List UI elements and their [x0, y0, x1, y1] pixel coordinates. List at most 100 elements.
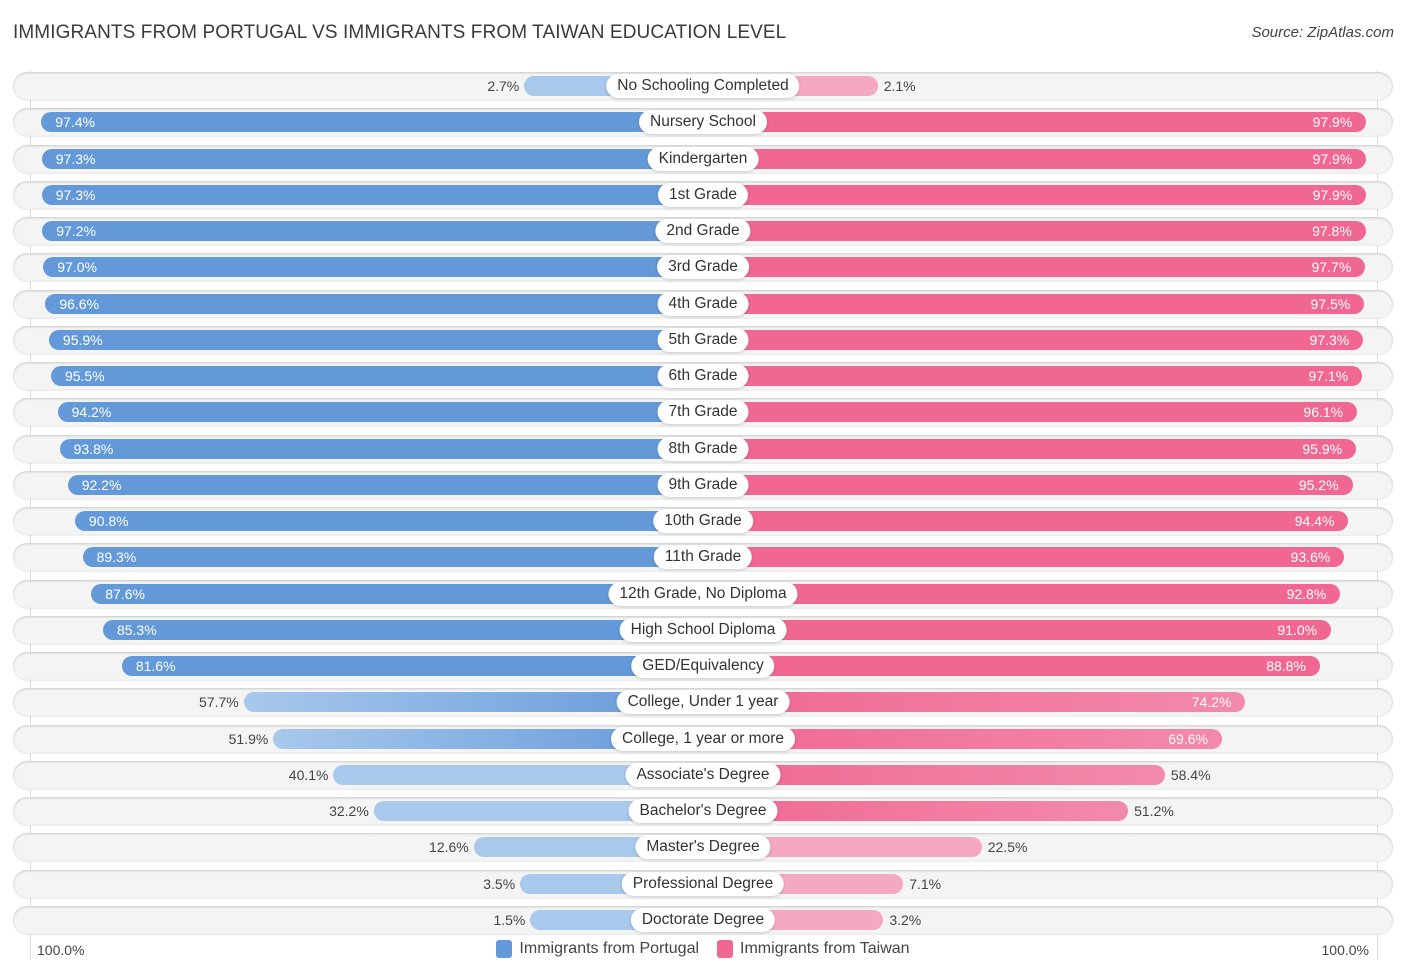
value-label-taiwan: 95.9%	[1302, 440, 1343, 457]
bar-portugal[interactable]	[48, 329, 703, 350]
value-label-portugal: 57.7%	[199, 694, 239, 711]
value-label-taiwan: 91.0%	[1277, 621, 1318, 638]
value-label-portugal: 81.6%	[135, 658, 176, 675]
bar-portugal[interactable]	[43, 257, 703, 278]
category-label: 4th Grade	[657, 291, 749, 316]
value-label-portugal: 40.1%	[288, 766, 329, 783]
bar-taiwan[interactable]	[703, 511, 1349, 532]
bar-taiwan[interactable]	[703, 438, 1357, 459]
value-label-portugal: 3.5%	[483, 875, 516, 892]
bar-taiwan[interactable]	[703, 366, 1363, 387]
bar-portugal[interactable]	[74, 511, 703, 532]
value-label-taiwan: 97.3%	[1309, 331, 1350, 348]
bar-taiwan[interactable]	[703, 474, 1353, 495]
bar-portugal[interactable]	[59, 438, 703, 459]
category-label: Nursery School	[639, 110, 767, 135]
value-label-portugal: 90.8%	[88, 513, 129, 530]
category-label: 7th Grade	[657, 400, 749, 425]
bar-portugal[interactable]	[102, 619, 703, 640]
value-label-portugal: 97.0%	[57, 259, 97, 276]
category-label: Kindergarten	[647, 146, 759, 171]
value-label-taiwan: 51.2%	[1134, 803, 1174, 820]
value-label-taiwan: 95.2%	[1298, 476, 1339, 493]
bar-portugal[interactable]	[41, 148, 703, 169]
category-label: GED/Equivalency	[631, 654, 775, 679]
category-label: College, Under 1 year	[616, 690, 790, 715]
chart-area: 2.7% 2.1% No Schooling Completed 97.4% 97.9%…	[0, 0, 1406, 975]
value-label-taiwan: 58.4%	[1170, 766, 1211, 783]
value-label-taiwan: 94.4%	[1294, 513, 1335, 530]
value-label-portugal: 95.5%	[64, 368, 105, 385]
value-label-taiwan: 88.8%	[1266, 658, 1306, 675]
bar-taiwan[interactable]	[703, 656, 1320, 677]
legend-label-portugal: Immigrants from Portugal	[519, 940, 700, 957]
legend-item-portugal[interactable]: Immigrants from Portugal	[496, 940, 699, 958]
category-label: 8th Grade	[657, 436, 749, 461]
value-label-taiwan: 97.7%	[1311, 259, 1352, 276]
legend-item-taiwan[interactable]: Immigrants from Taiwan	[717, 940, 910, 958]
category-label: 3rd Grade	[657, 255, 749, 280]
value-label-portugal: 93.8%	[73, 440, 114, 457]
value-label-portugal: 51.9%	[228, 730, 269, 747]
bar-portugal[interactable]	[67, 474, 703, 495]
bar-portugal[interactable]	[50, 366, 703, 387]
bar-taiwan[interactable]	[703, 293, 1365, 314]
value-label-portugal: 97.2%	[56, 223, 96, 240]
value-label-taiwan: 22.5%	[987, 839, 1028, 856]
category-label: 12th Grade, No Diploma	[608, 581, 798, 606]
value-label-taiwan: 97.9%	[1312, 186, 1353, 203]
bar-taiwan[interactable]	[703, 402, 1358, 423]
legend-label-taiwan: Immigrants from Taiwan	[740, 940, 910, 957]
bar-taiwan[interactable]	[703, 583, 1341, 604]
category-label: Master's Degree	[635, 835, 771, 860]
category-label: Professional Degree	[621, 871, 785, 896]
category-label: Associate's Degree	[625, 762, 781, 787]
value-label-taiwan: 3.2%	[889, 911, 922, 928]
value-label-taiwan: 2.1%	[883, 78, 916, 94]
bar-portugal[interactable]	[82, 547, 703, 568]
value-label-portugal: 94.2%	[71, 404, 112, 421]
category-label: 10th Grade	[653, 509, 753, 534]
value-label-taiwan: 97.9%	[1312, 150, 1353, 167]
value-label-taiwan: 97.5%	[1310, 295, 1351, 312]
bar-portugal[interactable]	[121, 656, 703, 677]
value-label-taiwan: 97.9%	[1312, 114, 1353, 131]
value-label-portugal: 97.3%	[55, 150, 96, 167]
value-label-portugal: 1.5%	[493, 911, 526, 928]
bar-portugal[interactable]	[41, 112, 703, 133]
bar-taiwan[interactable]	[703, 257, 1366, 278]
value-label-portugal: 92.2%	[81, 476, 122, 493]
category-label: 11th Grade	[653, 545, 753, 570]
bar-taiwan[interactable]	[703, 619, 1332, 640]
category-label: 1st Grade	[657, 182, 749, 207]
value-label-portugal: 96.6%	[59, 295, 100, 312]
legend-swatch-taiwan	[717, 940, 734, 958]
bar-taiwan[interactable]	[703, 547, 1345, 568]
value-label-taiwan: 7.1%	[909, 875, 942, 892]
category-label: 2nd Grade	[655, 219, 751, 244]
category-label: 5th Grade	[657, 327, 749, 352]
value-label-portugal: 12.6%	[429, 839, 469, 856]
bar-taiwan[interactable]	[703, 112, 1367, 133]
bar-portugal[interactable]	[57, 402, 703, 423]
category-label: College, 1 year or more	[611, 726, 795, 751]
bar-taiwan[interactable]	[703, 148, 1367, 169]
category-label: No Schooling Completed	[606, 74, 800, 98]
category-label: High School Diploma	[619, 617, 787, 642]
value-label-portugal: 32.2%	[329, 803, 369, 820]
value-label-portugal: 89.3%	[96, 549, 137, 566]
bar-portugal[interactable]	[41, 184, 703, 205]
category-label: Doctorate Degree	[630, 907, 776, 932]
value-label-taiwan: 97.8%	[1312, 223, 1352, 240]
bar-taiwan[interactable]	[703, 221, 1366, 242]
legend-swatch-portugal	[496, 940, 513, 958]
value-label-portugal: 85.3%	[116, 621, 157, 638]
bar-taiwan[interactable]	[703, 329, 1364, 350]
bar-portugal[interactable]	[45, 293, 703, 314]
value-label-taiwan: 69.6%	[1168, 730, 1208, 747]
bar-taiwan[interactable]	[703, 184, 1367, 205]
value-label-portugal: 87.6%	[105, 585, 145, 602]
bar-portugal[interactable]	[42, 221, 703, 242]
value-label-portugal: 2.7%	[487, 78, 520, 94]
value-label-portugal: 95.9%	[62, 331, 103, 348]
